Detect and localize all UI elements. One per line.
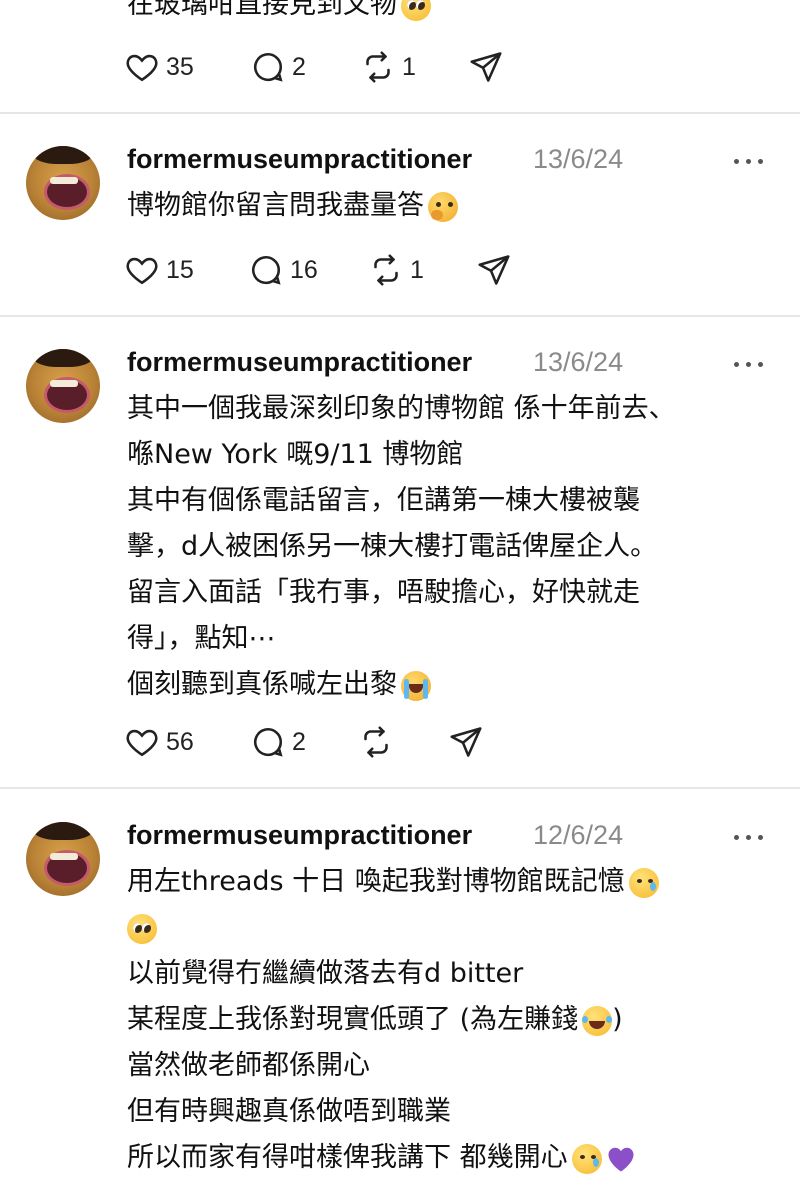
repost-icon [364,726,388,758]
like-button[interactable]: 35 [124,47,194,87]
repost-button[interactable]: 1 [368,250,424,290]
post-text-clipped: 在玻璃咁直接見到文物 [127,0,431,21]
comment-icon [253,728,283,757]
more-dots-icon[interactable] [734,357,766,371]
post-username[interactable]: formermuseumpractitioner [127,820,472,851]
thinking-face-icon [428,191,458,222]
heart-icon [126,729,158,757]
post-actions: 56 2 [124,722,544,762]
comment-icon [253,53,283,82]
heart-icon [126,54,158,82]
post-divider [0,787,800,789]
face-holding-back-tears-icon [628,867,659,898]
heart-icon [126,257,158,285]
repost-icon [374,254,398,286]
post-text: 用左threads 十日 喚起我對博物館既記憶 以前覺得冇繼續做落去有d bit… [127,859,767,1181]
comment-icon [251,256,281,285]
pleading-face-icon [127,913,157,944]
purple-heart-icon [608,1147,634,1171]
reply-count: 16 [290,255,318,284]
reply-count: 2 [292,727,306,756]
post-divider [0,315,800,317]
send-icon [478,255,510,285]
like-count: 15 [166,255,194,284]
pleading-face-icon [401,0,431,21]
like-count: 35 [166,52,194,81]
threads-feed: 在玻璃咁直接見到文物 35 2 1 formermuseumpractition… [0,0,800,1200]
post-divider [0,112,800,114]
repost-icon [366,51,390,83]
post-date: 12/6/24 [533,820,624,850]
loudly-crying-face-icon [401,670,431,701]
like-button[interactable]: 56 [124,722,194,762]
share-button[interactable] [448,722,484,762]
send-icon [450,727,482,757]
like-count: 56 [166,727,194,756]
post-username[interactable]: formermuseumpractitioner [127,144,472,175]
reply-button[interactable]: 16 [248,250,318,290]
face-with-tears-of-joy-icon [582,1005,613,1036]
more-dots-icon[interactable] [734,830,766,844]
repost-button[interactable] [358,722,394,762]
repost-count: 1 [410,255,424,284]
share-button[interactable] [476,250,512,290]
post-actions: 35 2 1 [124,47,544,87]
post-text: 博物館你留言問我盡量答 [127,183,767,229]
more-dots-icon[interactable] [734,154,766,168]
repost-count: 1 [402,52,416,81]
avatar[interactable] [26,822,100,896]
avatar[interactable] [26,349,100,423]
post-date: 13/6/24 [533,347,624,377]
post-actions: 15 16 1 [124,250,544,290]
reply-count: 2 [292,52,306,81]
post-username[interactable]: formermuseumpractitioner [127,347,472,378]
reply-button[interactable]: 2 [250,722,306,762]
post-text: 其中一個我最深刻印象的博物館 係十年前去、 喺New York 嘅9/11 博物… [127,393,676,701]
share-button[interactable] [468,47,504,87]
repost-button[interactable]: 1 [360,47,416,87]
like-button[interactable]: 15 [124,250,194,290]
post-date: 13/6/24 [533,144,624,174]
reply-button[interactable]: 2 [250,47,306,87]
face-holding-back-tears-icon [571,1143,602,1174]
avatar[interactable] [26,146,100,220]
send-icon [470,52,502,82]
